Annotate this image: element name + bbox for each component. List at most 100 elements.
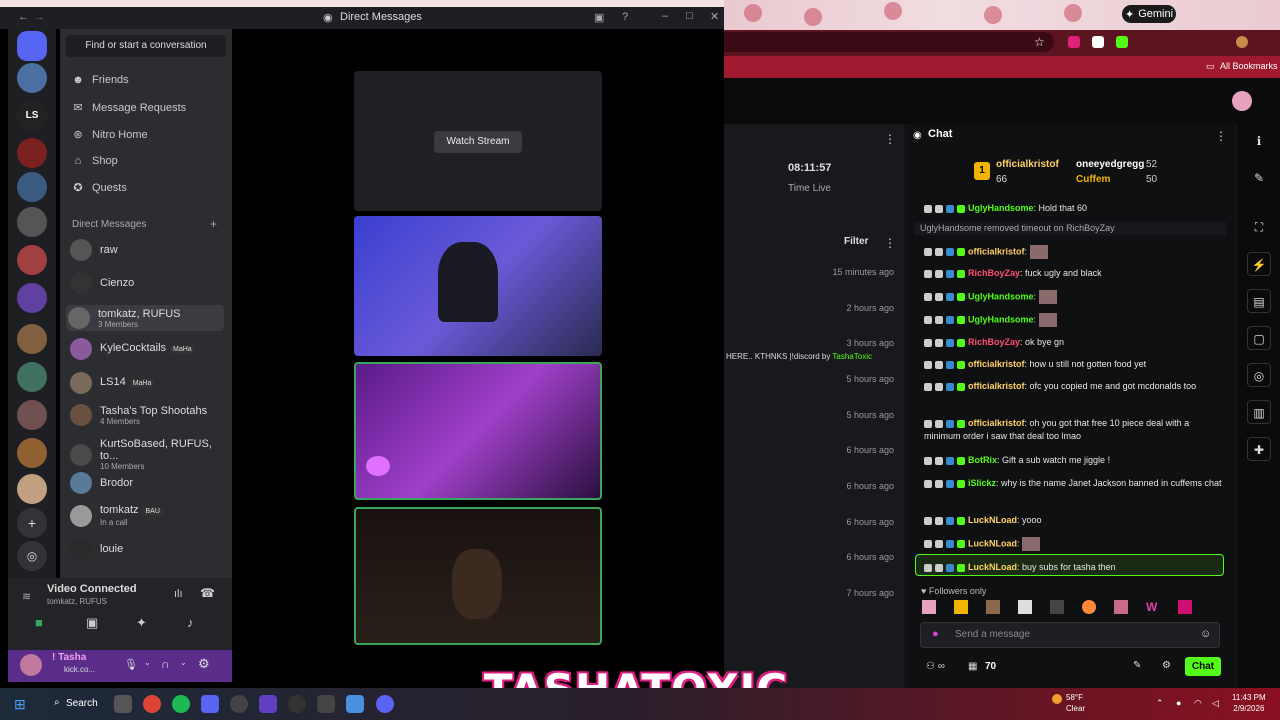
video-tile[interactable]: [354, 507, 602, 645]
all-bookmarks[interactable]: All Bookmarks: [1220, 61, 1278, 71]
watch-stream-button[interactable]: Watch Stream: [434, 131, 522, 153]
emote-icon[interactable]: [1050, 600, 1064, 614]
notepad-icon[interactable]: [346, 695, 364, 713]
leader-name[interactable]: Cuffem: [1076, 174, 1110, 185]
chat-username[interactable]: LuckNLoad: [968, 562, 1017, 572]
disconnect-icon[interactable]: ☎: [200, 586, 215, 600]
dm-item[interactable]: tomkatz BAU In a call: [70, 504, 228, 527]
app-icon[interactable]: [230, 695, 248, 713]
app-icon[interactable]: [317, 695, 335, 713]
chat-username[interactable]: officialkristof: [968, 246, 1025, 256]
close-icon[interactable]: ✕: [710, 10, 719, 23]
server-icon[interactable]: LS: [17, 101, 47, 131]
send-message-input[interactable]: Send a message: [920, 622, 1220, 648]
broadcast-icon[interactable]: ◎: [1247, 363, 1271, 387]
camera-icon[interactable]: ■: [35, 615, 43, 630]
address-bar[interactable]: [724, 32, 1054, 52]
maximize-icon[interactable]: □: [686, 10, 693, 22]
dm-item[interactable]: LS14 MaHa: [70, 372, 228, 394]
profile-avatar[interactable]: [1236, 36, 1248, 48]
user-avatar[interactable]: [1232, 91, 1252, 111]
add-server-icon[interactable]: +: [17, 508, 47, 538]
headphones-icon[interactable]: ∩: [161, 657, 170, 671]
nav-friends[interactable]: ☻ Friends: [72, 74, 128, 86]
chat-username[interactable]: RichBoyZay: [968, 268, 1020, 278]
info-icon[interactable]: ℹ: [1247, 129, 1271, 153]
emote-icon[interactable]: W: [1146, 600, 1160, 614]
spotify-icon[interactable]: [172, 695, 190, 713]
extension-icon[interactable]: [1092, 36, 1104, 48]
stack-icon[interactable]: ▥: [1247, 400, 1271, 424]
chevron-down-icon[interactable]: ⌄: [144, 658, 151, 667]
nav-nitro-home[interactable]: ⊛ Nitro Home: [72, 128, 147, 142]
emote-icon[interactable]: [1082, 600, 1096, 614]
inbox-icon[interactable]: ▣: [594, 11, 604, 24]
server-icon[interactable]: [17, 362, 47, 392]
emote-icon[interactable]: [1018, 600, 1032, 614]
chevron-up-icon[interactable]: ⌃: [1156, 698, 1164, 709]
leader-name[interactable]: oneeyedgregg: [1076, 159, 1144, 170]
mic-icon[interactable]: ●: [932, 628, 939, 640]
gear-icon[interactable]: ⚙: [198, 656, 210, 672]
chat-username[interactable]: LuckNLoad: [968, 538, 1017, 548]
server-icon[interactable]: [17, 438, 47, 468]
leader-name[interactable]: officialkristof: [996, 159, 1059, 170]
clock[interactable]: 11:43 PM 2/9/2026: [1232, 692, 1266, 714]
emote-icon[interactable]: [1114, 600, 1128, 614]
add-dm-icon[interactable]: +: [210, 217, 217, 231]
discover-icon[interactable]: ◎: [17, 541, 47, 571]
kebab-icon[interactable]: ⋮: [884, 236, 896, 250]
chat-username[interactable]: RichBoyZay: [968, 337, 1020, 347]
discord-taskbar-icon[interactable]: [376, 695, 394, 713]
minimize-icon[interactable]: –: [662, 10, 668, 22]
pencil-icon[interactable]: ✎: [1247, 166, 1271, 190]
nav-message-requests[interactable]: ✉ Message Requests: [72, 101, 186, 115]
find-conversation-input[interactable]: Find or start a conversation: [66, 35, 226, 57]
mic-icon[interactable]: 🎙︎: [124, 658, 138, 671]
gift-icon[interactable]: ▦: [968, 661, 977, 672]
nav-shop[interactable]: ⌂ Shop: [72, 155, 118, 167]
chat-username[interactable]: UglyHandsome: [968, 203, 1034, 213]
gemini-button[interactable]: ✦ Gemini: [1122, 5, 1176, 23]
server-icon[interactable]: [17, 245, 47, 275]
emote-icon[interactable]: [1178, 600, 1192, 614]
extension-icon[interactable]: [1116, 36, 1128, 48]
server-icon[interactable]: [17, 400, 47, 430]
server-icon[interactable]: [17, 283, 47, 313]
noise-icon[interactable]: ılı: [174, 588, 183, 600]
chrome-icon[interactable]: [143, 695, 161, 713]
activities-icon[interactable]: ✦: [136, 615, 147, 631]
volume-icon[interactable]: ◁: [1212, 698, 1219, 709]
emote-icon[interactable]: [954, 600, 968, 614]
server-icon[interactable]: [17, 138, 47, 168]
dm-item[interactable]: louie: [70, 538, 228, 560]
wifi-icon[interactable]: ◠: [1194, 698, 1202, 709]
chat-username[interactable]: officialkristof: [968, 359, 1025, 369]
dm-item[interactable]: Cienzo: [70, 272, 228, 294]
chat-username[interactable]: BotRix: [968, 455, 997, 465]
emote-icon[interactable]: [986, 600, 1000, 614]
task-view-icon[interactable]: [114, 695, 132, 713]
chevron-down-icon[interactable]: ⌄: [180, 658, 187, 667]
lightning-icon[interactable]: ⚡: [1247, 252, 1271, 276]
kebab-icon[interactable]: ⋮: [884, 132, 896, 146]
tool-icon[interactable]: ✎: [1133, 660, 1141, 671]
screen-share-icon[interactable]: ▣: [86, 615, 98, 631]
server-icon[interactable]: [17, 324, 47, 354]
extension-icon[interactable]: [1068, 36, 1080, 48]
kebab-icon[interactable]: ⋮: [1215, 129, 1227, 143]
dm-item[interactable]: Brodor: [70, 472, 228, 494]
nav-quests[interactable]: ✪ Quests: [72, 181, 126, 195]
app-icon[interactable]: [288, 695, 306, 713]
windows-start-icon[interactable]: ⊞: [14, 696, 26, 713]
expand-icon[interactable]: ⛶: [1247, 215, 1271, 239]
chat-username[interactable]: officialkristof: [968, 381, 1025, 391]
mic-icon[interactable]: ●: [1176, 698, 1181, 708]
emoji-icon[interactable]: ☺: [1200, 628, 1211, 640]
app-icon[interactable]: [259, 695, 277, 713]
dm-item[interactable]: raw: [70, 239, 228, 261]
settings-group-icon[interactable]: ⚇ ∞: [926, 661, 945, 672]
server-icon[interactable]: [17, 474, 47, 504]
video-tile[interactable]: [354, 216, 602, 356]
chat-username[interactable]: LuckNLoad: [968, 515, 1017, 525]
